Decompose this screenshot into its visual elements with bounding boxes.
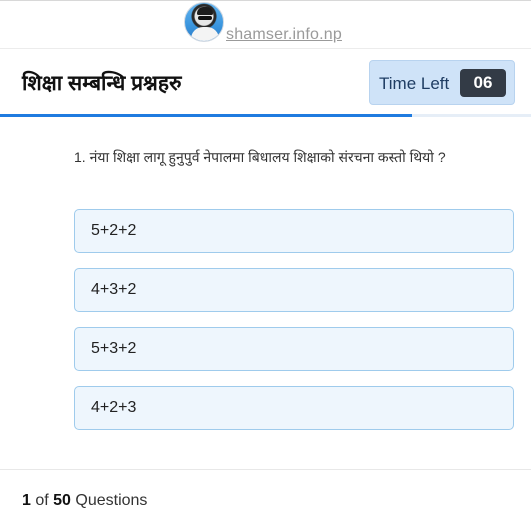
option-2[interactable]: 4+3+2 bbox=[74, 268, 514, 312]
timer-value: 06 bbox=[460, 69, 506, 97]
counter-of-text: of bbox=[30, 492, 54, 509]
option-1[interactable]: 5+2+2 bbox=[74, 209, 514, 253]
quiz-header: शिक्षा सम्बन्धि प्रश्नहरु Time Left 06 bbox=[0, 48, 531, 118]
site-link[interactable]: shamser.info.np bbox=[226, 26, 342, 44]
cap-shape bbox=[197, 7, 213, 15]
brand[interactable]: shamser.info.np bbox=[184, 2, 384, 48]
avatar bbox=[184, 2, 224, 42]
options-list: 5+2+2 4+3+2 5+3+2 4+2+3 bbox=[74, 209, 514, 445]
option-4[interactable]: 4+2+3 bbox=[74, 386, 514, 430]
current-question-number: 1 bbox=[22, 492, 31, 509]
question-counter: 1 of 50 Questions bbox=[22, 492, 147, 510]
sunglasses-shape bbox=[198, 16, 212, 20]
progress-fill bbox=[0, 114, 412, 117]
page-title: शिक्षा सम्बन्धि प्रश्नहरु bbox=[22, 72, 182, 95]
footer: 1 of 50 Questions bbox=[0, 469, 531, 522]
top-divider bbox=[0, 0, 531, 1]
timer-badge: Time Left 06 bbox=[369, 60, 515, 105]
shirt-shape bbox=[191, 27, 219, 41]
progress-bar bbox=[0, 114, 531, 117]
counter-suffix: Questions bbox=[70, 492, 148, 509]
timer-label: Time Left bbox=[379, 74, 450, 93]
option-3[interactable]: 5+3+2 bbox=[74, 327, 514, 371]
total-questions-number: 50 bbox=[53, 492, 71, 509]
question-text: 1. नंया शिक्षा लागू हुनुपुर्व नेपालमा बि… bbox=[74, 149, 446, 165]
